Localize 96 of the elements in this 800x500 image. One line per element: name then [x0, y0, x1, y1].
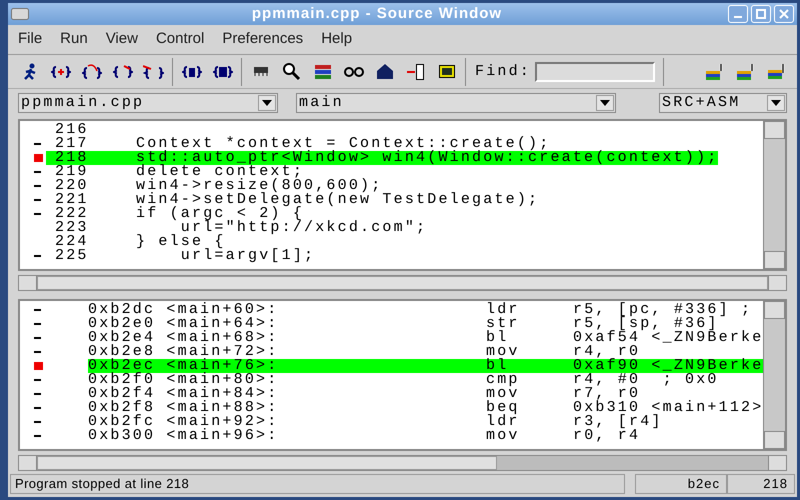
menu-item[interactable]: Control	[156, 28, 204, 51]
chip-icon	[252, 66, 268, 77]
opcode-text: cmp	[486, 373, 521, 387]
operands-text: 0xaf54 <_ZN9Berke	[573, 331, 763, 345]
next-instruction-icon	[212, 66, 232, 78]
maximize-icon	[756, 9, 766, 19]
function-dropdown[interactable]: main	[296, 93, 616, 113]
minimize-icon	[734, 16, 742, 18]
line-number: 219	[54, 165, 90, 179]
address-text: 0xb2ec <main+76>:	[88, 359, 486, 373]
line-number: 221	[54, 193, 90, 207]
line-number: 220	[54, 179, 90, 193]
address-text: 0xb2e4 <main+68>:	[88, 331, 280, 345]
opcode-text: mov	[486, 387, 521, 401]
stack-bottom-icon	[768, 64, 784, 79]
status-message: Program stopped at line 218	[10, 474, 625, 494]
operands-text: r4, r0	[573, 345, 642, 359]
code-text: win4->setDelegate(new TestDelegate);	[136, 193, 540, 207]
stack-up-icon	[736, 64, 752, 80]
document-arrow-icon	[407, 64, 424, 80]
line-number: 218	[46, 151, 136, 165]
mode-dropdown[interactable]: SRC+ASM	[659, 93, 787, 113]
dropdown-arrow-icon	[600, 100, 610, 106]
breakpoint-marker[interactable]	[34, 362, 43, 370]
stack-down-icon	[706, 64, 722, 80]
line-number: 225	[54, 249, 90, 263]
window-title: ppmmain.cpp - Source Window	[250, 4, 504, 24]
address-text: 0xb2dc <main+60>:	[88, 303, 280, 317]
opcode-text: bl	[486, 359, 573, 373]
operands-text: r7, r0	[573, 387, 642, 401]
code-text: if (argc < 2) {	[136, 207, 304, 221]
line-number: 222	[54, 207, 90, 221]
vertical-scrollbar[interactable]	[763, 121, 785, 269]
opcode-text: mov	[486, 429, 521, 443]
menu-item[interactable]: File	[18, 28, 42, 51]
address-text: 0xb2f4 <main+84>:	[88, 387, 280, 401]
operands-text: r3, [r4]	[573, 415, 664, 429]
address-text: 0xb2f0 <main+80>:	[88, 373, 280, 387]
vertical-scrollbar[interactable]	[763, 301, 785, 449]
operands-text: r4, #0 ; 0x0	[573, 373, 720, 387]
opcode-text: bl	[486, 331, 510, 345]
operands-text: r0, r4	[573, 429, 640, 443]
code-text: url="http://xkcd.com";	[180, 221, 428, 235]
code-text: } else {	[136, 235, 226, 249]
breakpoint-marker[interactable]	[34, 154, 43, 162]
window-menu-icon[interactable]	[11, 8, 29, 20]
code-text: win4->resize(800,600);	[136, 179, 382, 193]
menu-item[interactable]: Preferences	[222, 28, 304, 51]
dropdown-arrow-icon	[771, 100, 781, 106]
minimize-button[interactable]	[728, 5, 748, 23]
code-text: std::auto_ptr<Window> win4(Window::create(context));	[136, 151, 718, 165]
glasses-icon	[344, 66, 364, 76]
stacked-books-icon	[314, 64, 330, 78]
horizontal-scrollbar[interactable]	[18, 455, 787, 471]
step-over-icon	[82, 64, 102, 79]
menu-item[interactable]: Help	[321, 28, 352, 51]
dropdown-arrow-icon	[262, 100, 272, 106]
code-text: delete context;	[136, 165, 304, 179]
find-field[interactable]	[535, 62, 656, 82]
line-number: 217	[54, 137, 90, 151]
close-icon	[779, 9, 789, 19]
jump-arrow-icon	[143, 64, 164, 78]
address-text: 0xb300 <main+96>:	[88, 429, 280, 443]
house-icon	[376, 64, 392, 79]
close-button[interactable]	[774, 5, 794, 23]
step-instruction-icon	[182, 66, 202, 78]
opcode-text: str	[486, 317, 521, 331]
monitor-icon	[438, 65, 454, 78]
opcode-text: ldr	[486, 303, 521, 317]
code-text: url=argv[1];	[180, 249, 316, 263]
horizontal-scrollbar[interactable]	[18, 275, 787, 291]
magnifier-icon	[282, 62, 300, 80]
opcode-text: mov	[486, 345, 521, 359]
opcode-text: beq	[486, 401, 521, 415]
step-into-icon	[50, 66, 70, 78]
operands-text: r5, [pc, #336] ;	[573, 303, 754, 317]
find-label: Find:	[475, 64, 532, 78]
menu-item[interactable]: View	[106, 28, 138, 51]
operands-text: 0xaf90 <_ZN9Berke	[573, 359, 763, 373]
maximize-button[interactable]	[751, 5, 771, 23]
code-text: Context *context = Context::create();	[136, 137, 550, 151]
operands-text: r5, [sp, #36]	[573, 317, 719, 331]
operands-text: 0xb310 <main+112>	[573, 401, 763, 415]
line-number: 223	[54, 221, 90, 235]
address-text: 0xb2e0 <main+64>:	[88, 317, 280, 331]
menu-item[interactable]: Run	[60, 28, 88, 51]
status-address: b2ec	[635, 474, 727, 494]
running-figure-icon	[24, 63, 36, 80]
step-out-icon	[112, 65, 132, 78]
line-number: 216	[54, 123, 90, 137]
address-text: 0xb2e8 <main+72>:	[88, 345, 280, 359]
address-text: 0xb2fc <main+92>:	[88, 415, 280, 429]
opcode-text: ldr	[486, 415, 521, 429]
line-number: 224	[54, 235, 90, 249]
address-text: 0xb2f8 <main+88>:	[88, 401, 280, 415]
file-dropdown[interactable]: ppmmain.cpp	[18, 93, 278, 113]
